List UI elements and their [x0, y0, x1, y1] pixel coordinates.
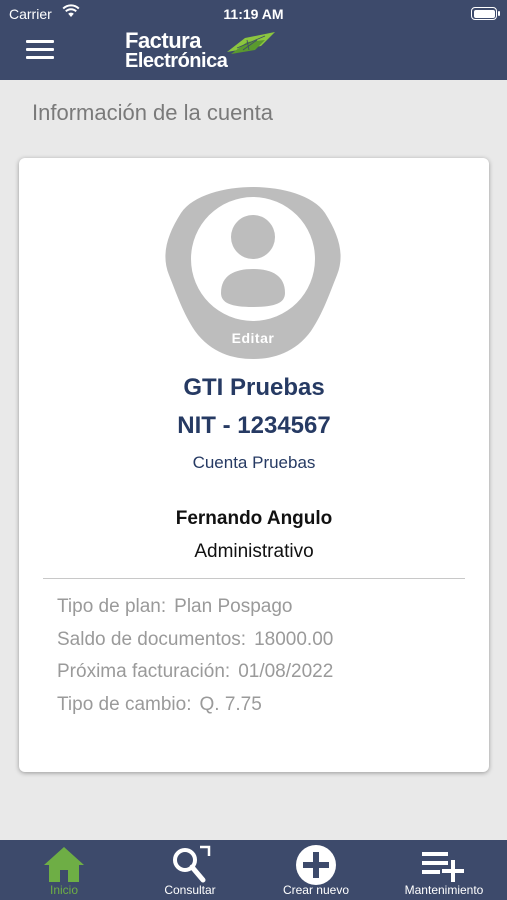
user-name: Fernando Angulo — [175, 508, 333, 529]
menu-button[interactable] — [26, 40, 54, 64]
list-add-icon — [422, 852, 464, 882]
tab-label: Mantenimiento — [404, 883, 484, 897]
tab-label: Inicio — [49, 883, 78, 897]
page-title: Información de la cuenta — [32, 100, 273, 125]
company-name: GTI Pruebas — [183, 374, 325, 401]
tab-crear-nuevo[interactable]: Crear nuevo — [266, 840, 366, 900]
nit-number: NIT - 1234567 — [177, 412, 331, 439]
status-bar: Carrier 11:19 AM — [0, 0, 507, 28]
logo-line-2: Electrónica — [125, 50, 228, 72]
navigation-bar: Factura Electrónica — [0, 28, 507, 80]
tab-inicio[interactable]: Inicio — [14, 840, 114, 900]
info-value: 01/08/2022 — [238, 661, 334, 682]
divider — [43, 578, 465, 579]
search-icon — [173, 845, 211, 883]
tab-label: Consultar — [164, 883, 216, 897]
info-label: Saldo de documentos: — [57, 629, 247, 650]
tab-bar: Inicio Consultar Crear nuevo Mantenimien… — [0, 840, 507, 900]
info-row-plan: Tipo de plan: Plan Pospago — [57, 596, 292, 618]
info-value: Plan Pospago — [174, 596, 293, 617]
info-label: Tipo de cambio: — [57, 694, 192, 715]
avatar-edit-button[interactable]: Editar — [163, 183, 343, 361]
info-label: Tipo de plan: — [57, 596, 167, 617]
info-label: Próxima facturación: — [57, 661, 231, 682]
tab-mantenimiento[interactable]: Mantenimiento — [392, 840, 496, 900]
info-value: Q. 7.75 — [199, 694, 262, 715]
status-time: 11:19 AM — [223, 6, 284, 22]
home-icon — [44, 847, 84, 882]
account-name: Cuenta Pruebas — [192, 453, 316, 472]
info-row-exchange-rate: Tipo de cambio: Q. 7.75 — [57, 694, 262, 716]
tab-label: Crear nuevo — [282, 883, 350, 897]
user-role: Administrativo — [194, 541, 314, 562]
avatar-edit-label: Editar — [231, 330, 275, 346]
add-circle-icon — [296, 845, 336, 885]
logo-leaf-icon — [227, 32, 275, 54]
tab-consultar[interactable]: Consultar — [140, 840, 240, 900]
battery-icon — [471, 7, 500, 20]
info-row-balance: Saldo de documentos: 18000.00 — [57, 629, 333, 651]
info-value: 18000.00 — [254, 629, 334, 650]
info-row-next-billing: Próxima facturación: 01/08/2022 — [57, 661, 333, 683]
